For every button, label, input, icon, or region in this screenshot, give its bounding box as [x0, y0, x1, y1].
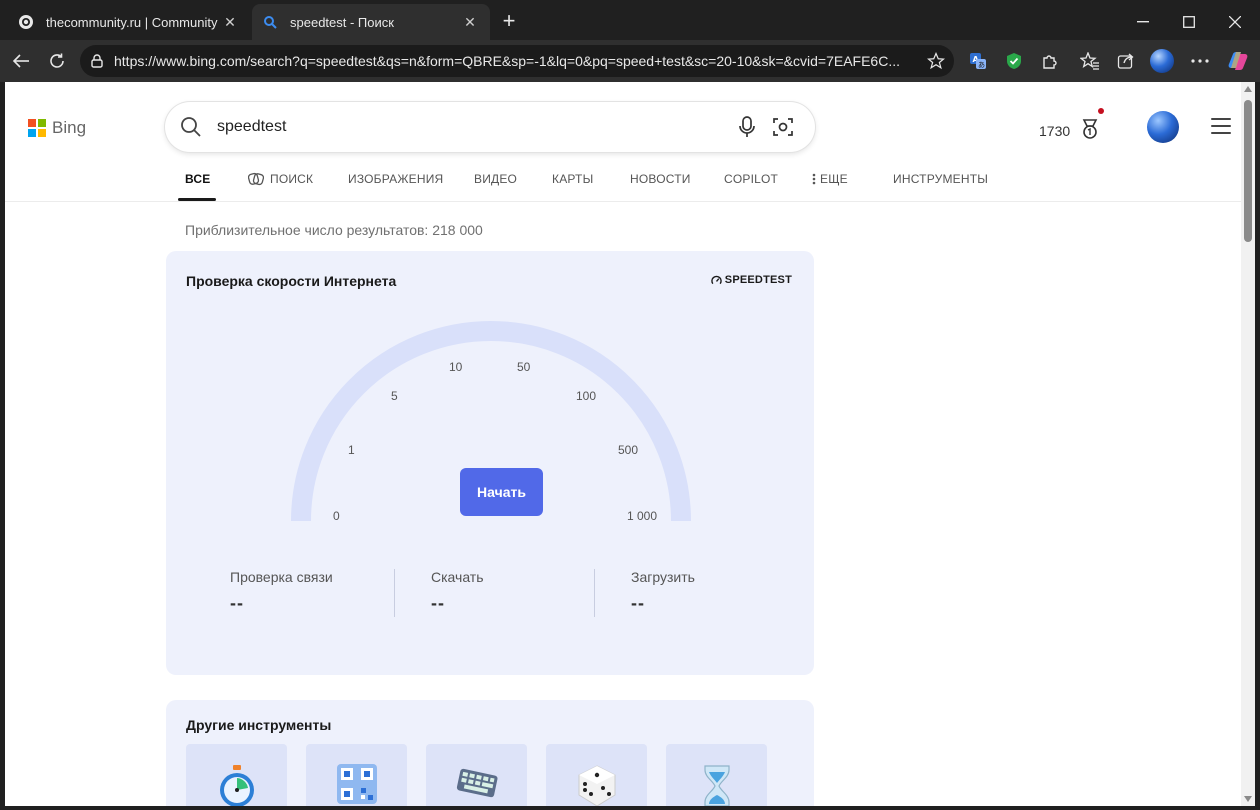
gauge-tick: 1 [348, 443, 355, 457]
close-window-button[interactable] [1212, 0, 1258, 44]
copilot-icon[interactable] [1226, 49, 1250, 73]
tool-tile-keyboard[interactable] [426, 744, 527, 806]
gauge-tick: 500 [618, 443, 639, 457]
share-icon[interactable] [1114, 49, 1138, 73]
account-avatar[interactable] [1147, 111, 1179, 143]
metric-divider [594, 569, 595, 617]
microsoft-logo-icon [28, 119, 46, 137]
speedtest-brand[interactable]: SPEEDTEST [711, 274, 792, 286]
tool-tile-dice[interactable] [546, 744, 647, 806]
search-box[interactable]: speedtest [165, 102, 815, 152]
tool-tile-stopwatch[interactable] [186, 744, 287, 806]
svg-text:あ: あ [978, 61, 985, 69]
qr-code-icon [336, 764, 377, 806]
maximize-button[interactable] [1166, 0, 1212, 44]
metric-divider [394, 569, 395, 617]
browser-window: thecommunity.ru | Community ✕ speedtest … [0, 0, 1260, 810]
refresh-button[interactable] [44, 48, 70, 74]
other-tools-card: Другие инструменты [166, 700, 814, 806]
copilot-search-icon [248, 172, 264, 186]
speedtest-title: Проверка скорости Интернета [186, 273, 397, 289]
page-viewport: Bing speedtest 1730 ВСЕ ПОИСК ИЗОБРАЖЕНИ… [5, 82, 1241, 806]
speedtest-card: Проверка скорости Интернета SPEEDTEST 0 … [166, 251, 814, 675]
download-metric: Скачать -- [431, 569, 484, 614]
other-tools-title: Другие инструменты [186, 717, 332, 733]
search-icon[interactable] [165, 116, 217, 138]
metric-label: Проверка связи [230, 569, 333, 585]
extensions-icon[interactable] [1038, 49, 1062, 73]
tab-news[interactable]: НОВОСТИ [630, 172, 691, 186]
gauge-tick: 5 [391, 389, 398, 403]
microphone-icon[interactable] [729, 116, 765, 138]
metric-label: Скачать [431, 569, 484, 585]
start-test-button[interactable]: Начать [460, 468, 543, 516]
gauge-tick: 100 [576, 389, 597, 403]
minimize-button[interactable] [1120, 0, 1166, 44]
keyboard-icon [455, 764, 499, 806]
upload-metric: Загрузить -- [631, 569, 695, 614]
tool-tile-qr[interactable] [306, 744, 407, 806]
rewards-medal-icon [1080, 108, 1105, 143]
bing-logo[interactable]: Bing [28, 118, 86, 138]
tab-more[interactable]: ЕЩЕ [812, 172, 848, 186]
favorites-icon[interactable] [1078, 49, 1102, 73]
scroll-down-icon[interactable] [1244, 796, 1252, 802]
tab-all[interactable]: ВСЕ [185, 172, 210, 186]
tab-copilot[interactable]: COPILOT [724, 172, 778, 186]
visual-search-icon[interactable] [765, 116, 801, 138]
address-bar[interactable]: https://www.bing.com/search?q=speedtest&… [80, 45, 954, 77]
tab-images[interactable]: ИЗОБРАЖЕНИЯ [348, 172, 443, 186]
tab-video[interactable]: ВИДЕО [474, 172, 517, 186]
page-scrollbar[interactable] [1241, 82, 1255, 806]
gauge-tick: 1 000 [627, 509, 658, 523]
bing-search-icon [262, 14, 278, 30]
ping-metric: Проверка связи -- [230, 569, 333, 614]
more-dots-icon [812, 173, 816, 185]
search-input[interactable]: speedtest [217, 118, 729, 136]
url-text[interactable]: https://www.bing.com/search?q=speedtest&… [114, 53, 918, 69]
tab-speedtest[interactable]: speedtest - Поиск ✕ [252, 4, 490, 40]
tab-tools[interactable]: ИНСТРУМЕНТЫ [893, 172, 988, 186]
active-tab-indicator [178, 198, 216, 201]
close-tab-icon[interactable]: ✕ [220, 14, 240, 31]
scrollbar-thumb[interactable] [1244, 100, 1252, 242]
gauge-tick: 0 [333, 509, 340, 523]
tab-bar: thecommunity.ru | Community ✕ speedtest … [0, 0, 1260, 44]
hourglass-icon [699, 764, 735, 806]
globe-icon [18, 14, 34, 30]
metric-label: Загрузить [631, 569, 695, 585]
notification-dot [1098, 108, 1105, 114]
tab-thecommunity[interactable]: thecommunity.ru | Community ✕ [8, 6, 250, 38]
tab-title: thecommunity.ru | Community [46, 14, 218, 30]
metric-value: -- [230, 593, 244, 613]
close-tab-icon[interactable]: ✕ [460, 14, 480, 31]
tab-search[interactable]: ПОИСК [248, 172, 313, 186]
gauge-tick: 10 [449, 360, 463, 374]
new-tab-button[interactable]: + [497, 10, 521, 34]
tool-tile-hourglass[interactable] [666, 744, 767, 806]
tab-maps[interactable]: КАРТЫ [552, 172, 593, 186]
logo-text: Bing [52, 118, 87, 137]
stopwatch-icon [215, 764, 259, 806]
speedometer-icon [711, 275, 722, 286]
metric-value: -- [631, 593, 645, 613]
lock-icon[interactable] [80, 54, 114, 68]
result-count: Приблизительное число результатов: 218 0… [185, 222, 483, 238]
search-scopes: ВСЕ ПОИСК ИЗОБРАЖЕНИЯ ВИДЕО КАРТЫ НОВОСТ… [5, 168, 1241, 202]
menu-icon[interactable] [1211, 118, 1231, 134]
gauge-tick: 50 [517, 360, 531, 374]
dice-icon [575, 764, 619, 806]
favorite-star-icon[interactable] [918, 52, 954, 70]
back-button[interactable] [8, 48, 34, 74]
metric-value: -- [431, 593, 445, 613]
more-options-icon[interactable] [1188, 49, 1212, 73]
navigation-bar: https://www.bing.com/search?q=speedtest&… [0, 40, 1260, 82]
rewards[interactable]: 1730 [1039, 108, 1105, 143]
shield-extension-icon[interactable] [1002, 49, 1026, 73]
rewards-points: 1730 [1039, 122, 1071, 139]
scroll-up-icon[interactable] [1244, 86, 1252, 92]
profile-avatar-icon[interactable] [1150, 49, 1174, 73]
tab-title: speedtest - Поиск [290, 14, 394, 30]
translate-icon[interactable]: Aあ [966, 49, 990, 73]
